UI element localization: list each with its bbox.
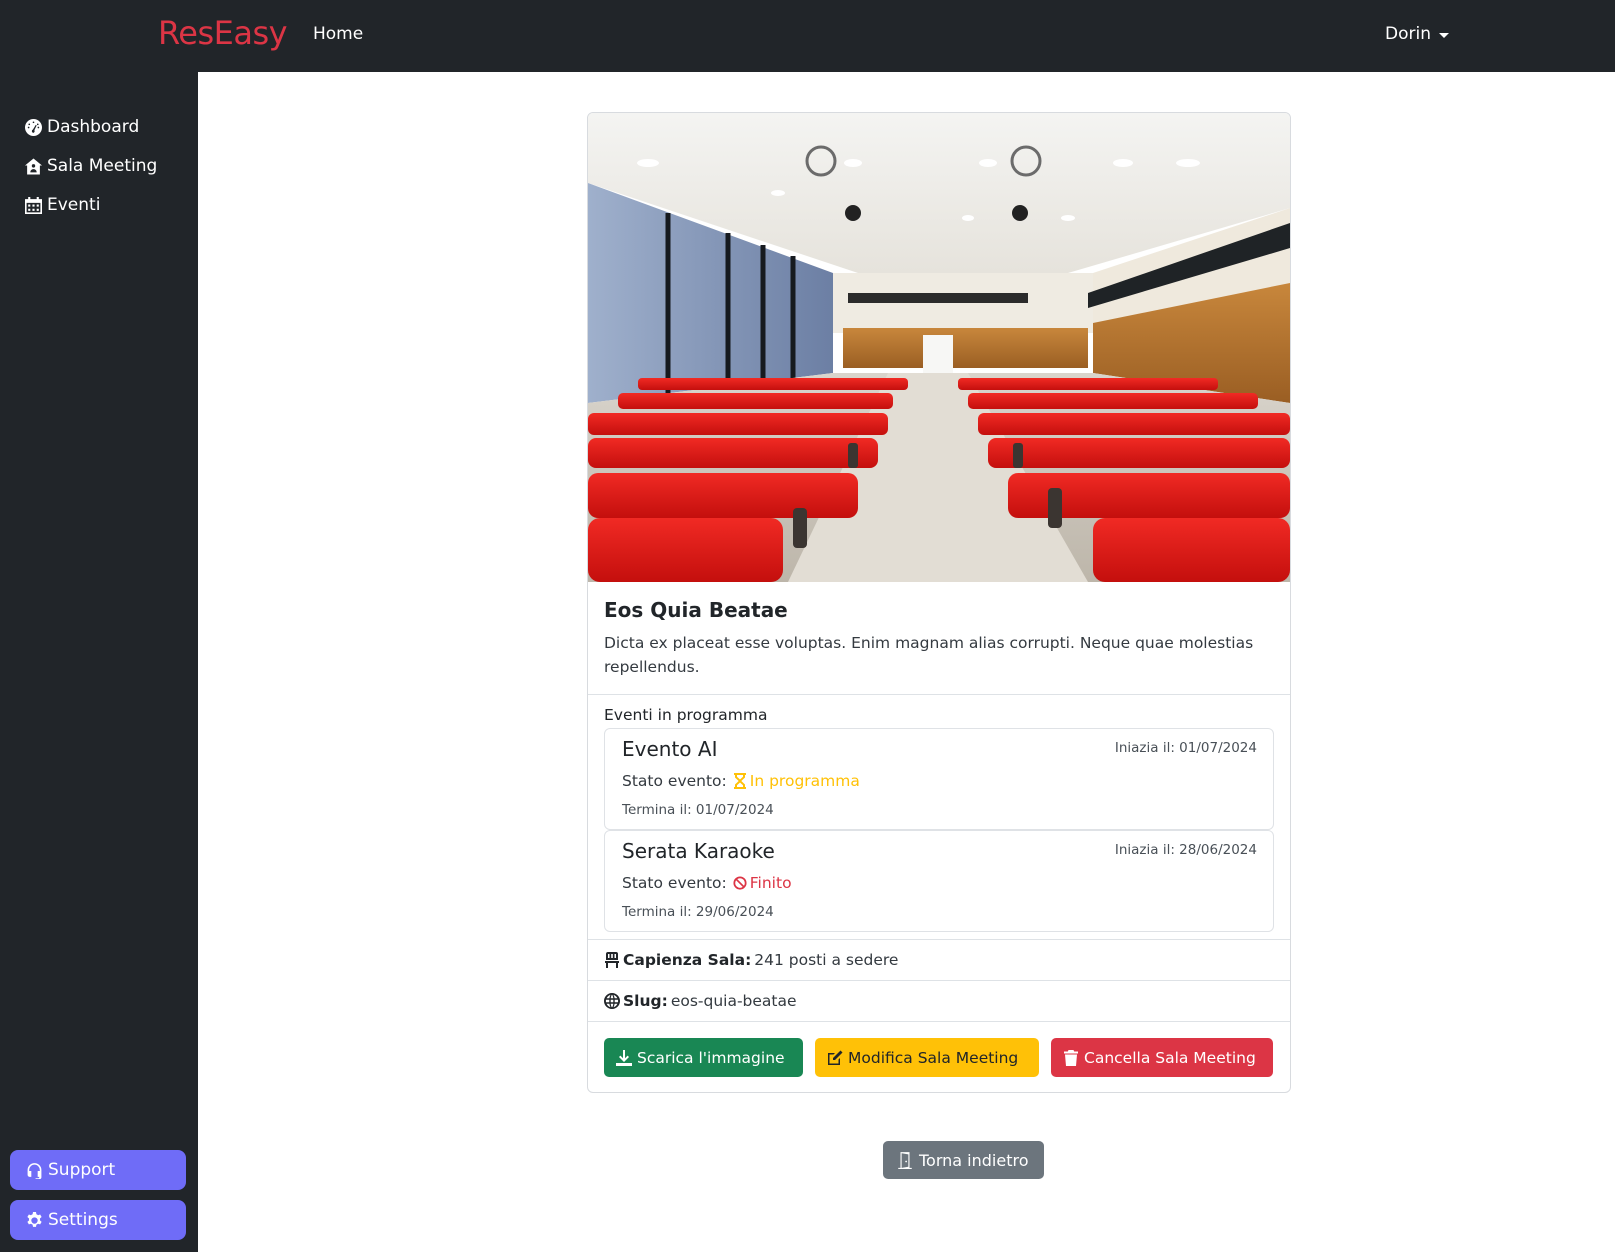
- edit-room-button[interactable]: Modifica Sala Meeting: [815, 1038, 1039, 1077]
- settings-label: Settings: [48, 1210, 118, 1230]
- sidebar-item-dashboard[interactable]: Dashboard: [25, 117, 139, 137]
- support-label: Support: [48, 1160, 116, 1180]
- download-image-button[interactable]: Scarica l'immagine: [604, 1038, 803, 1077]
- edit-label: Modifica Sala Meeting: [848, 1048, 1019, 1067]
- event-item[interactable]: Evento AI Iniazia il: 01/07/2024 Stato e…: [604, 728, 1274, 830]
- event-status-label: Stato evento:: [622, 874, 727, 892]
- delete-room-button[interactable]: Cancella Sala Meeting: [1051, 1038, 1273, 1077]
- event-status-row: Stato evento: Finito: [622, 874, 792, 892]
- event-end-date: Termina il: 01/07/2024: [622, 802, 774, 818]
- slug-value: eos-quia-beatae: [670, 992, 797, 1010]
- event-start-date: Iniazia il: 28/06/2024: [1114, 842, 1257, 858]
- settings-button[interactable]: Settings: [10, 1200, 186, 1240]
- events-heading: Eventi in programma: [604, 706, 768, 724]
- capacity-label: Capienza Sala:: [623, 951, 752, 969]
- headset-icon: [27, 1162, 42, 1179]
- event-status-label: Stato evento:: [622, 772, 727, 790]
- divider: [588, 980, 1290, 981]
- download-label: Scarica l'immagine: [637, 1048, 785, 1067]
- capacity-value: 241 posti a sedere: [754, 951, 899, 969]
- divider: [588, 694, 1290, 695]
- gauge-icon: [25, 118, 42, 136]
- event-end-date: Termina il: 29/06/2024: [622, 904, 774, 920]
- door-open-icon: [898, 1152, 912, 1169]
- support-button[interactable]: Support: [10, 1150, 186, 1190]
- nav-link-home[interactable]: Home: [313, 24, 363, 44]
- divider: [588, 1021, 1290, 1022]
- event-status-text: In programma: [749, 772, 860, 790]
- edit-icon: [828, 1050, 843, 1065]
- top-navbar: ResEasy Home Dorin: [0, 0, 1615, 72]
- gear-icon: [27, 1211, 42, 1227]
- download-icon: [616, 1049, 632, 1066]
- sidebar-item-label: Dashboard: [47, 117, 140, 137]
- room-title: Eos Quia Beatae: [604, 598, 788, 622]
- delete-label: Cancella Sala Meeting: [1084, 1048, 1256, 1067]
- room-description: Dicta ex placeat esse voluptas. Enim mag…: [604, 634, 1254, 676]
- back-label: Torna indietro: [919, 1150, 1029, 1170]
- event-start-date: Iniazia il: 01/07/2024: [1114, 740, 1257, 756]
- chair-icon: [605, 952, 619, 968]
- room-image: [588, 113, 1290, 582]
- event-name: Evento AI: [622, 737, 718, 761]
- trash-icon: [1064, 1049, 1078, 1066]
- sidebar: Dashboard Sala Meeting Eventi Support Se…: [0, 72, 198, 1252]
- event-status-value: Finito: [733, 874, 792, 892]
- event-item[interactable]: Serata Karaoke Iniazia il: 28/06/2024 St…: [604, 830, 1274, 932]
- brand-logo[interactable]: ResEasy: [158, 14, 288, 52]
- sidebar-item-label: Sala Meeting: [47, 156, 158, 176]
- event-status-text: Finito: [749, 874, 792, 892]
- divider: [588, 939, 1290, 940]
- ban-icon: [733, 876, 747, 890]
- globe-icon: [604, 993, 620, 1009]
- capacity-row: Capienza Sala: 241 posti a sedere: [604, 951, 898, 969]
- sidebar-item-sala-meeting[interactable]: Sala Meeting: [25, 156, 157, 176]
- user-dropdown[interactable]: Dorin: [1385, 24, 1449, 44]
- house-user-icon: [25, 158, 42, 174]
- event-name: Serata Karaoke: [622, 839, 775, 863]
- user-name: Dorin: [1385, 24, 1431, 44]
- sidebar-item-label: Eventi: [47, 195, 101, 215]
- sidebar-item-eventi[interactable]: Eventi: [25, 195, 100, 215]
- event-status-value: In programma: [733, 772, 860, 790]
- slug-row: Slug: eos-quia-beatae: [604, 992, 797, 1010]
- slug-label: Slug:: [623, 992, 668, 1010]
- event-status-row: Stato evento: In programma: [622, 772, 860, 790]
- caret-down-icon: [1438, 32, 1449, 38]
- hourglass-icon: [733, 773, 746, 789]
- meeting-room-card: Eos Quia Beatae Dicta ex placeat esse vo…: [587, 112, 1291, 1093]
- back-button[interactable]: Torna indietro: [883, 1141, 1044, 1179]
- calendar-icon: [25, 196, 42, 214]
